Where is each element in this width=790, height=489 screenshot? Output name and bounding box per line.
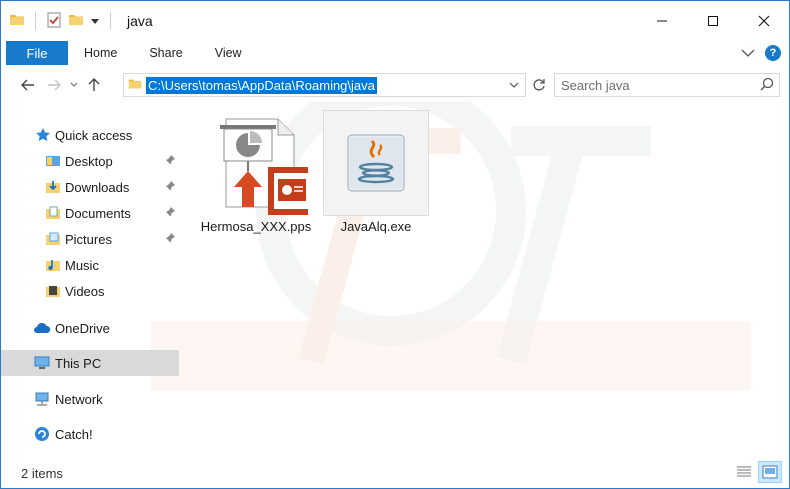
quick-access-toolbar: java xyxy=(1,1,153,41)
folder-icon xyxy=(9,12,25,31)
sidebar-item-label: Music xyxy=(65,257,99,273)
ribbon-right-controls: ? xyxy=(741,41,781,65)
address-dropdown-chevron-icon[interactable] xyxy=(505,76,523,94)
address-bar[interactable]: C:\Users\tomas\AppData\Roaming\java xyxy=(123,73,526,97)
folder-documents-icon xyxy=(45,205,61,221)
refresh-button[interactable] xyxy=(528,73,550,97)
help-icon[interactable]: ? xyxy=(765,45,781,61)
forward-button[interactable] xyxy=(41,72,67,98)
maximize-button[interactable] xyxy=(687,1,738,41)
folder-music-icon xyxy=(45,257,61,273)
sidebar-item-label: Quick access xyxy=(55,127,133,143)
window-title: java xyxy=(127,13,153,29)
network-icon xyxy=(33,391,51,407)
sidebar-item-label: Network xyxy=(55,391,103,407)
up-button[interactable] xyxy=(81,72,107,98)
pin-icon[interactable] xyxy=(164,206,176,221)
sidebar-item-downloads[interactable]: Downloads xyxy=(1,174,179,200)
title-bar: java xyxy=(1,1,789,41)
sidebar-item-videos[interactable]: Videos xyxy=(1,278,179,304)
pin-icon[interactable] xyxy=(164,154,176,169)
folder-videos-icon xyxy=(45,283,61,299)
sidebar-item-label: This PC xyxy=(55,355,102,371)
large-icons-view-button[interactable] xyxy=(758,461,782,483)
expand-ribbon-chevron-icon[interactable] xyxy=(741,46,755,61)
toolbar-divider xyxy=(110,12,111,30)
search-icon[interactable] xyxy=(760,77,774,94)
sidebar-item-pictures[interactable]: Pictures xyxy=(1,226,179,252)
folder-downloads-icon xyxy=(45,179,61,195)
computer-icon xyxy=(33,355,51,371)
new-folder-icon[interactable] xyxy=(68,12,84,31)
details-view-button[interactable] xyxy=(733,462,755,482)
sidebar-item-documents[interactable]: Documents xyxy=(1,200,179,226)
sidebar-item-label: Videos xyxy=(65,283,105,299)
sidebar-item-desktop[interactable]: Desktop xyxy=(1,148,179,174)
ribbon-tabs: File Home Share View ? xyxy=(1,41,789,65)
pin-icon[interactable] xyxy=(164,232,176,247)
recent-locations-chevron-icon[interactable] xyxy=(67,72,81,98)
window-controls xyxy=(636,1,789,41)
tab-home[interactable]: Home xyxy=(68,41,133,65)
minimize-button[interactable] xyxy=(636,1,687,41)
back-button[interactable] xyxy=(15,72,41,98)
tab-share[interactable]: Share xyxy=(133,41,198,65)
navigation-bar: C:\Users\tomas\AppData\Roaming\java Sear… xyxy=(1,65,789,105)
search-placeholder: Search java xyxy=(561,77,630,93)
sidebar-item-onedrive[interactable]: OneDrive xyxy=(1,315,179,341)
file-name: Hermosa_XXX.pps xyxy=(200,219,312,234)
toolbar-divider xyxy=(35,12,36,30)
folder-pictures-icon xyxy=(45,231,61,247)
powerpoint-slideshow-icon xyxy=(204,111,316,215)
sidebar-item-label: Desktop xyxy=(65,153,113,169)
view-toggle xyxy=(733,461,782,483)
file-name: JavaAlq.exe xyxy=(340,219,412,234)
tab-file[interactable]: File xyxy=(6,41,68,65)
tab-view[interactable]: View xyxy=(199,41,258,65)
file-item-javaalq[interactable]: JavaAlq.exe xyxy=(316,110,436,234)
sidebar-item-catch[interactable]: Catch! xyxy=(1,421,179,447)
sidebar-item-label: Pictures xyxy=(65,231,112,247)
cloud-icon xyxy=(33,320,51,336)
java-icon xyxy=(323,110,429,216)
status-bar: 2 items xyxy=(1,460,789,486)
customize-toolbar-chevron-icon[interactable] xyxy=(90,14,100,29)
star-icon xyxy=(35,127,51,143)
folder-desktop-icon xyxy=(45,153,61,169)
properties-icon[interactable] xyxy=(46,12,62,31)
item-count: 2 items xyxy=(21,465,63,481)
catch-icon xyxy=(33,426,51,442)
sidebar-item-this-pc[interactable]: This PC xyxy=(1,350,179,376)
sidebar-item-label: Catch! xyxy=(55,426,93,442)
pin-icon[interactable] xyxy=(164,180,176,195)
sidebar-item-network[interactable]: Network xyxy=(1,386,179,412)
search-input[interactable]: Search java xyxy=(554,73,780,97)
explorer-window: java File Home Share View ? C:\Users\tom… xyxy=(0,0,790,489)
sidebar-item-label: Downloads xyxy=(65,179,130,195)
folder-icon xyxy=(128,77,142,94)
navigation-pane: Quick access Desktop Downloads Documents… xyxy=(1,116,181,456)
sidebar-item-quick-access[interactable]: Quick access xyxy=(1,122,179,148)
file-item-hermosa[interactable]: Hermosa_XXX.pps xyxy=(196,111,316,234)
close-button[interactable] xyxy=(738,1,789,41)
sidebar-item-music[interactable]: Music xyxy=(1,252,179,278)
file-list: Hermosa_XXX.pps JavaAlq.exe xyxy=(186,106,786,458)
address-path[interactable]: C:\Users\tomas\AppData\Roaming\java xyxy=(146,76,377,94)
sidebar-item-label: Documents xyxy=(65,205,131,221)
sidebar-item-label: OneDrive xyxy=(55,320,110,336)
